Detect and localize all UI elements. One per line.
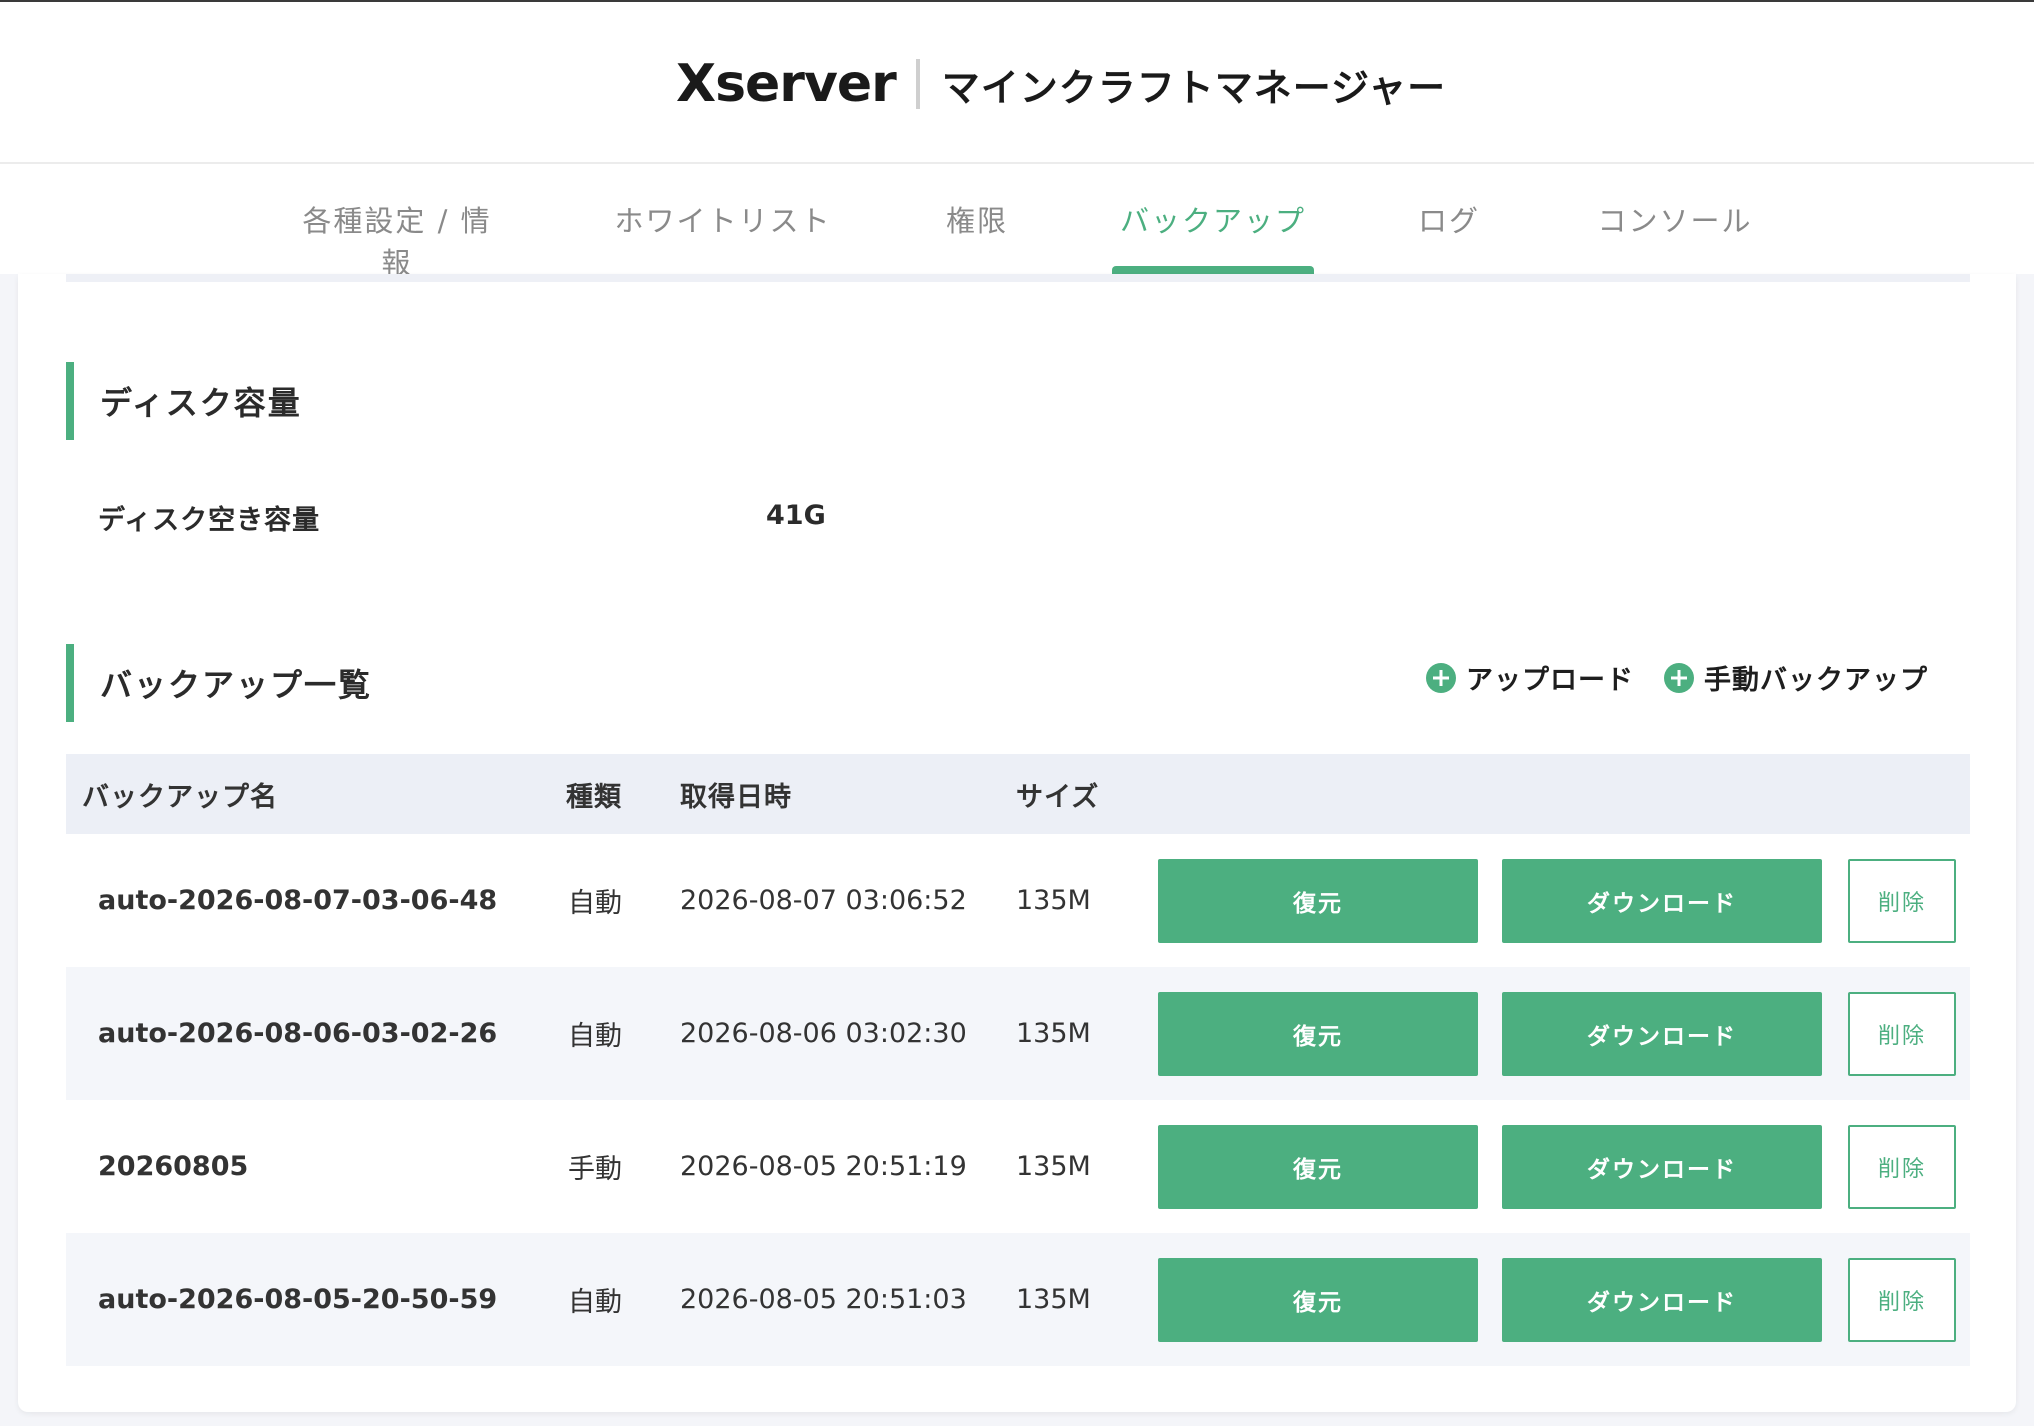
backup-name: auto-2026-08-07-03-06-48 <box>98 885 498 916</box>
table-row: 20260805 手動 2026-08-05 20:51:19 135M 復元 … <box>66 1100 1970 1233</box>
plus-circle-icon <box>1664 662 1694 693</box>
backup-size: 135M <box>1016 1284 1091 1315</box>
backup-size: 135M <box>1016 885 1091 916</box>
disk-section-title: ディスク容量 <box>66 362 302 440</box>
backup-type: 自動 <box>568 1021 622 1052</box>
upload-button[interactable]: アップロード <box>1426 658 1634 697</box>
table-row: auto-2026-08-07-03-06-48 自動 2026-08-07 0… <box>66 834 1970 967</box>
manual-backup-label: 手動バックアップ <box>1704 665 1928 696</box>
tab-settings-info[interactable]: 各種設定 / 情報 <box>288 198 506 280</box>
column-header-type: 種類 <box>566 781 622 813</box>
download-button[interactable]: ダウンロード <box>1502 1258 1822 1342</box>
restore-button[interactable]: 復元 <box>1158 859 1478 943</box>
panel-top-divider <box>66 274 1970 282</box>
backup-list-title: バックアップ一覧 <box>66 644 372 722</box>
backup-type: 自動 <box>568 888 622 919</box>
restore-button[interactable]: 復元 <box>1158 1125 1478 1209</box>
logo-divider <box>915 59 920 109</box>
app-header: Xserver マインクラフトマネージャー <box>0 2 2034 164</box>
download-button[interactable]: ダウンロード <box>1502 992 1822 1076</box>
restore-button[interactable]: 復元 <box>1158 1258 1478 1342</box>
xserver-logo: Xserver <box>676 54 897 114</box>
restore-button[interactable]: 復元 <box>1158 992 1478 1076</box>
download-button[interactable]: ダウンロード <box>1502 1125 1822 1209</box>
tab-backup[interactable]: バックアップ <box>1112 198 1314 274</box>
manual-backup-button[interactable]: 手動バックアップ <box>1664 658 1928 697</box>
backup-datetime: 2026-08-05 20:51:19 <box>680 1151 967 1182</box>
backup-type: 手動 <box>568 1154 622 1185</box>
disk-free-value: 41G <box>766 500 826 531</box>
backup-datetime: 2026-08-06 03:02:30 <box>680 1018 967 1049</box>
tab-permissions[interactable]: 権限 <box>942 198 1012 274</box>
table-header-row: バックアップ名 種類 取得日時 サイズ <box>66 754 1970 834</box>
table-row: auto-2026-08-05-20-50-59 自動 2026-08-05 2… <box>66 1233 1970 1366</box>
tab-console[interactable]: コンソール <box>1592 198 1758 274</box>
backup-size: 135M <box>1016 1151 1091 1182</box>
download-button[interactable]: ダウンロード <box>1502 859 1822 943</box>
backup-size: 135M <box>1016 1018 1091 1049</box>
backup-panel: ディスク容量 ディスク空き容量 41G バックアップ一覧 アップロード 手動バッ… <box>18 274 2016 1412</box>
backup-type: 自動 <box>568 1287 622 1318</box>
delete-button[interactable]: 削除 <box>1848 1258 1956 1342</box>
backup-datetime: 2026-08-05 20:51:03 <box>680 1284 967 1315</box>
backup-name: 20260805 <box>98 1151 249 1182</box>
disk-free-label: ディスク空き容量 <box>98 505 321 536</box>
delete-button[interactable]: 削除 <box>1848 992 1956 1076</box>
logo: Xserver マインクラフトマネージャー <box>676 54 1446 114</box>
column-header-name: バックアップ名 <box>82 781 278 813</box>
app-title: マインクラフトマネージャー <box>941 65 1447 110</box>
tab-whitelist[interactable]: ホワイトリスト <box>614 198 832 274</box>
column-header-datetime: 取得日時 <box>680 781 792 813</box>
tab-log[interactable]: ログ <box>1416 198 1482 274</box>
upload-label: アップロード <box>1466 665 1634 696</box>
delete-button[interactable]: 削除 <box>1848 1125 1956 1209</box>
tab-bar: 各種設定 / 情報 ホワイトリスト 権限 バックアップ ログ コンソール <box>0 164 2034 280</box>
backup-name: auto-2026-08-06-03-02-26 <box>98 1018 498 1049</box>
backup-name: auto-2026-08-05-20-50-59 <box>98 1284 498 1315</box>
delete-button[interactable]: 削除 <box>1848 859 1956 943</box>
table-row: auto-2026-08-06-03-02-26 自動 2026-08-06 0… <box>66 967 1970 1100</box>
plus-circle-icon <box>1426 662 1456 693</box>
column-header-size: サイズ <box>1016 781 1100 813</box>
backup-datetime: 2026-08-07 03:06:52 <box>680 885 967 916</box>
backup-table: バックアップ名 種類 取得日時 サイズ auto-2026-08-07-03-0… <box>66 754 1970 1366</box>
